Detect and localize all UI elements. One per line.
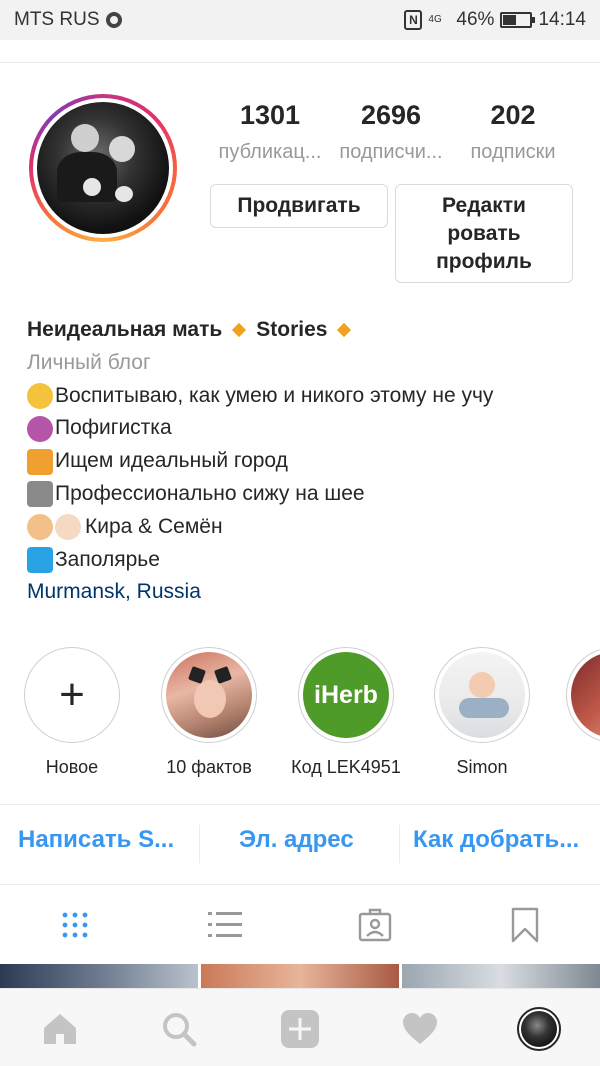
battery-icon: [500, 12, 536, 28]
add-post-icon: [281, 1010, 319, 1048]
message-button[interactable]: Написать S...: [18, 826, 186, 854]
bio-line: Воспитываю, как умею и никого этому не у…: [27, 380, 587, 413]
hotspot-icon: [105, 12, 122, 28]
partial-thumbnail: [571, 652, 600, 738]
selfie-thumbnail: [166, 652, 252, 738]
following-count[interactable]: 202 подписки: [451, 100, 575, 164]
posts-label: публикац...: [218, 141, 322, 163]
tab-grid[interactable]: [55, 905, 95, 945]
highlight-new[interactable]: + Новое: [7, 647, 137, 778]
highlight-10-facts[interactable]: 10 фактов: [144, 647, 274, 778]
family-photo: [37, 102, 169, 234]
bio-line: Пофигистка: [27, 412, 587, 445]
baby-icon: [55, 514, 81, 541]
profile-avatar[interactable]: [29, 94, 177, 242]
profile-bio: Неидеальная мать Stories Личный блог Вос…: [27, 314, 587, 609]
bio-line: Профессионально сижу на шее: [27, 478, 587, 511]
edit-profile-button[interactable]: Редакти ровать профиль: [395, 184, 573, 283]
followers-count[interactable]: 2696 подписчи...: [329, 100, 453, 164]
diamond-icon: [337, 323, 352, 338]
post-thumbnail[interactable]: [0, 964, 198, 988]
post-thumbnail[interactable]: [402, 964, 600, 988]
posts-count[interactable]: 1301 публикац...: [208, 100, 332, 164]
koala-icon: [27, 481, 53, 508]
header-divider: [0, 62, 600, 63]
profile-name: Неидеальная мать Stories: [27, 314, 587, 347]
house-icon: [27, 448, 53, 475]
wind-face-icon: [27, 546, 53, 573]
following-label: подписки: [470, 141, 556, 163]
followers-value: 2696: [360, 100, 422, 130]
highlight-iherb-code[interactable]: iHerb Код LEK4951: [281, 647, 411, 778]
tab-list[interactable]: [205, 905, 245, 945]
battery-percent: 46%: [456, 9, 495, 30]
highlight-simon[interactable]: Simon: [417, 647, 547, 778]
list-icon: [208, 912, 242, 937]
carrier-label: MTS RUS: [14, 9, 100, 30]
baby-thumbnail: [439, 652, 525, 738]
email-button[interactable]: Эл. адрес: [239, 826, 379, 854]
profile-category: Личный блог: [27, 350, 151, 374]
bottom-navigation: [0, 988, 600, 1066]
iherb-logo: iHerb: [303, 652, 389, 738]
profile-avatar-icon: [517, 1007, 561, 1051]
woman-facepalming-icon: [27, 415, 53, 442]
girl-icon: [27, 514, 53, 541]
contact-separator: [399, 825, 400, 863]
tagged-icon: [358, 908, 392, 942]
clock: 14:14: [538, 9, 586, 30]
bio-line: Заполярье: [27, 544, 587, 577]
posts-value: 1301: [239, 100, 301, 130]
directions-button[interactable]: Как добрать...: [413, 826, 591, 854]
grid-icon: [62, 912, 88, 938]
promote-button[interactable]: Продвигать: [210, 184, 388, 228]
nav-search[interactable]: [157, 1007, 201, 1051]
plus-icon: +: [59, 670, 85, 719]
post-thumbnail[interactable]: [201, 964, 399, 988]
location-link[interactable]: Murmansk, Russia: [27, 576, 587, 609]
bio-line: Кира & Семён: [27, 511, 587, 544]
section-divider: [0, 884, 600, 885]
highlight-partial[interactable]: [554, 647, 600, 743]
nav-add-post[interactable]: [278, 1007, 322, 1051]
tab-tagged[interactable]: [355, 905, 395, 945]
bio-line: Ищем идеальный город: [27, 445, 587, 478]
tab-saved[interactable]: [505, 905, 545, 945]
contact-separator: [199, 825, 200, 863]
bookmark-icon: [511, 907, 539, 943]
nfc-icon: N: [404, 10, 423, 30]
nav-activity[interactable]: [398, 1007, 442, 1051]
zipper-mouth-face-icon: [27, 382, 53, 409]
signal-icon: 4G: [428, 14, 442, 25]
section-divider: [0, 804, 600, 805]
nav-profile[interactable]: [517, 1007, 561, 1051]
home-icon: [44, 1014, 76, 1044]
diamond-icon: [232, 323, 247, 338]
nav-home[interactable]: [38, 1007, 82, 1051]
following-value: 202: [490, 100, 536, 130]
followers-label: подписчи...: [339, 141, 443, 163]
status-bar: MTS RUS N 4G 46% 14:14: [0, 0, 600, 40]
heart-icon: [403, 1013, 437, 1044]
search-icon: [163, 1013, 197, 1047]
